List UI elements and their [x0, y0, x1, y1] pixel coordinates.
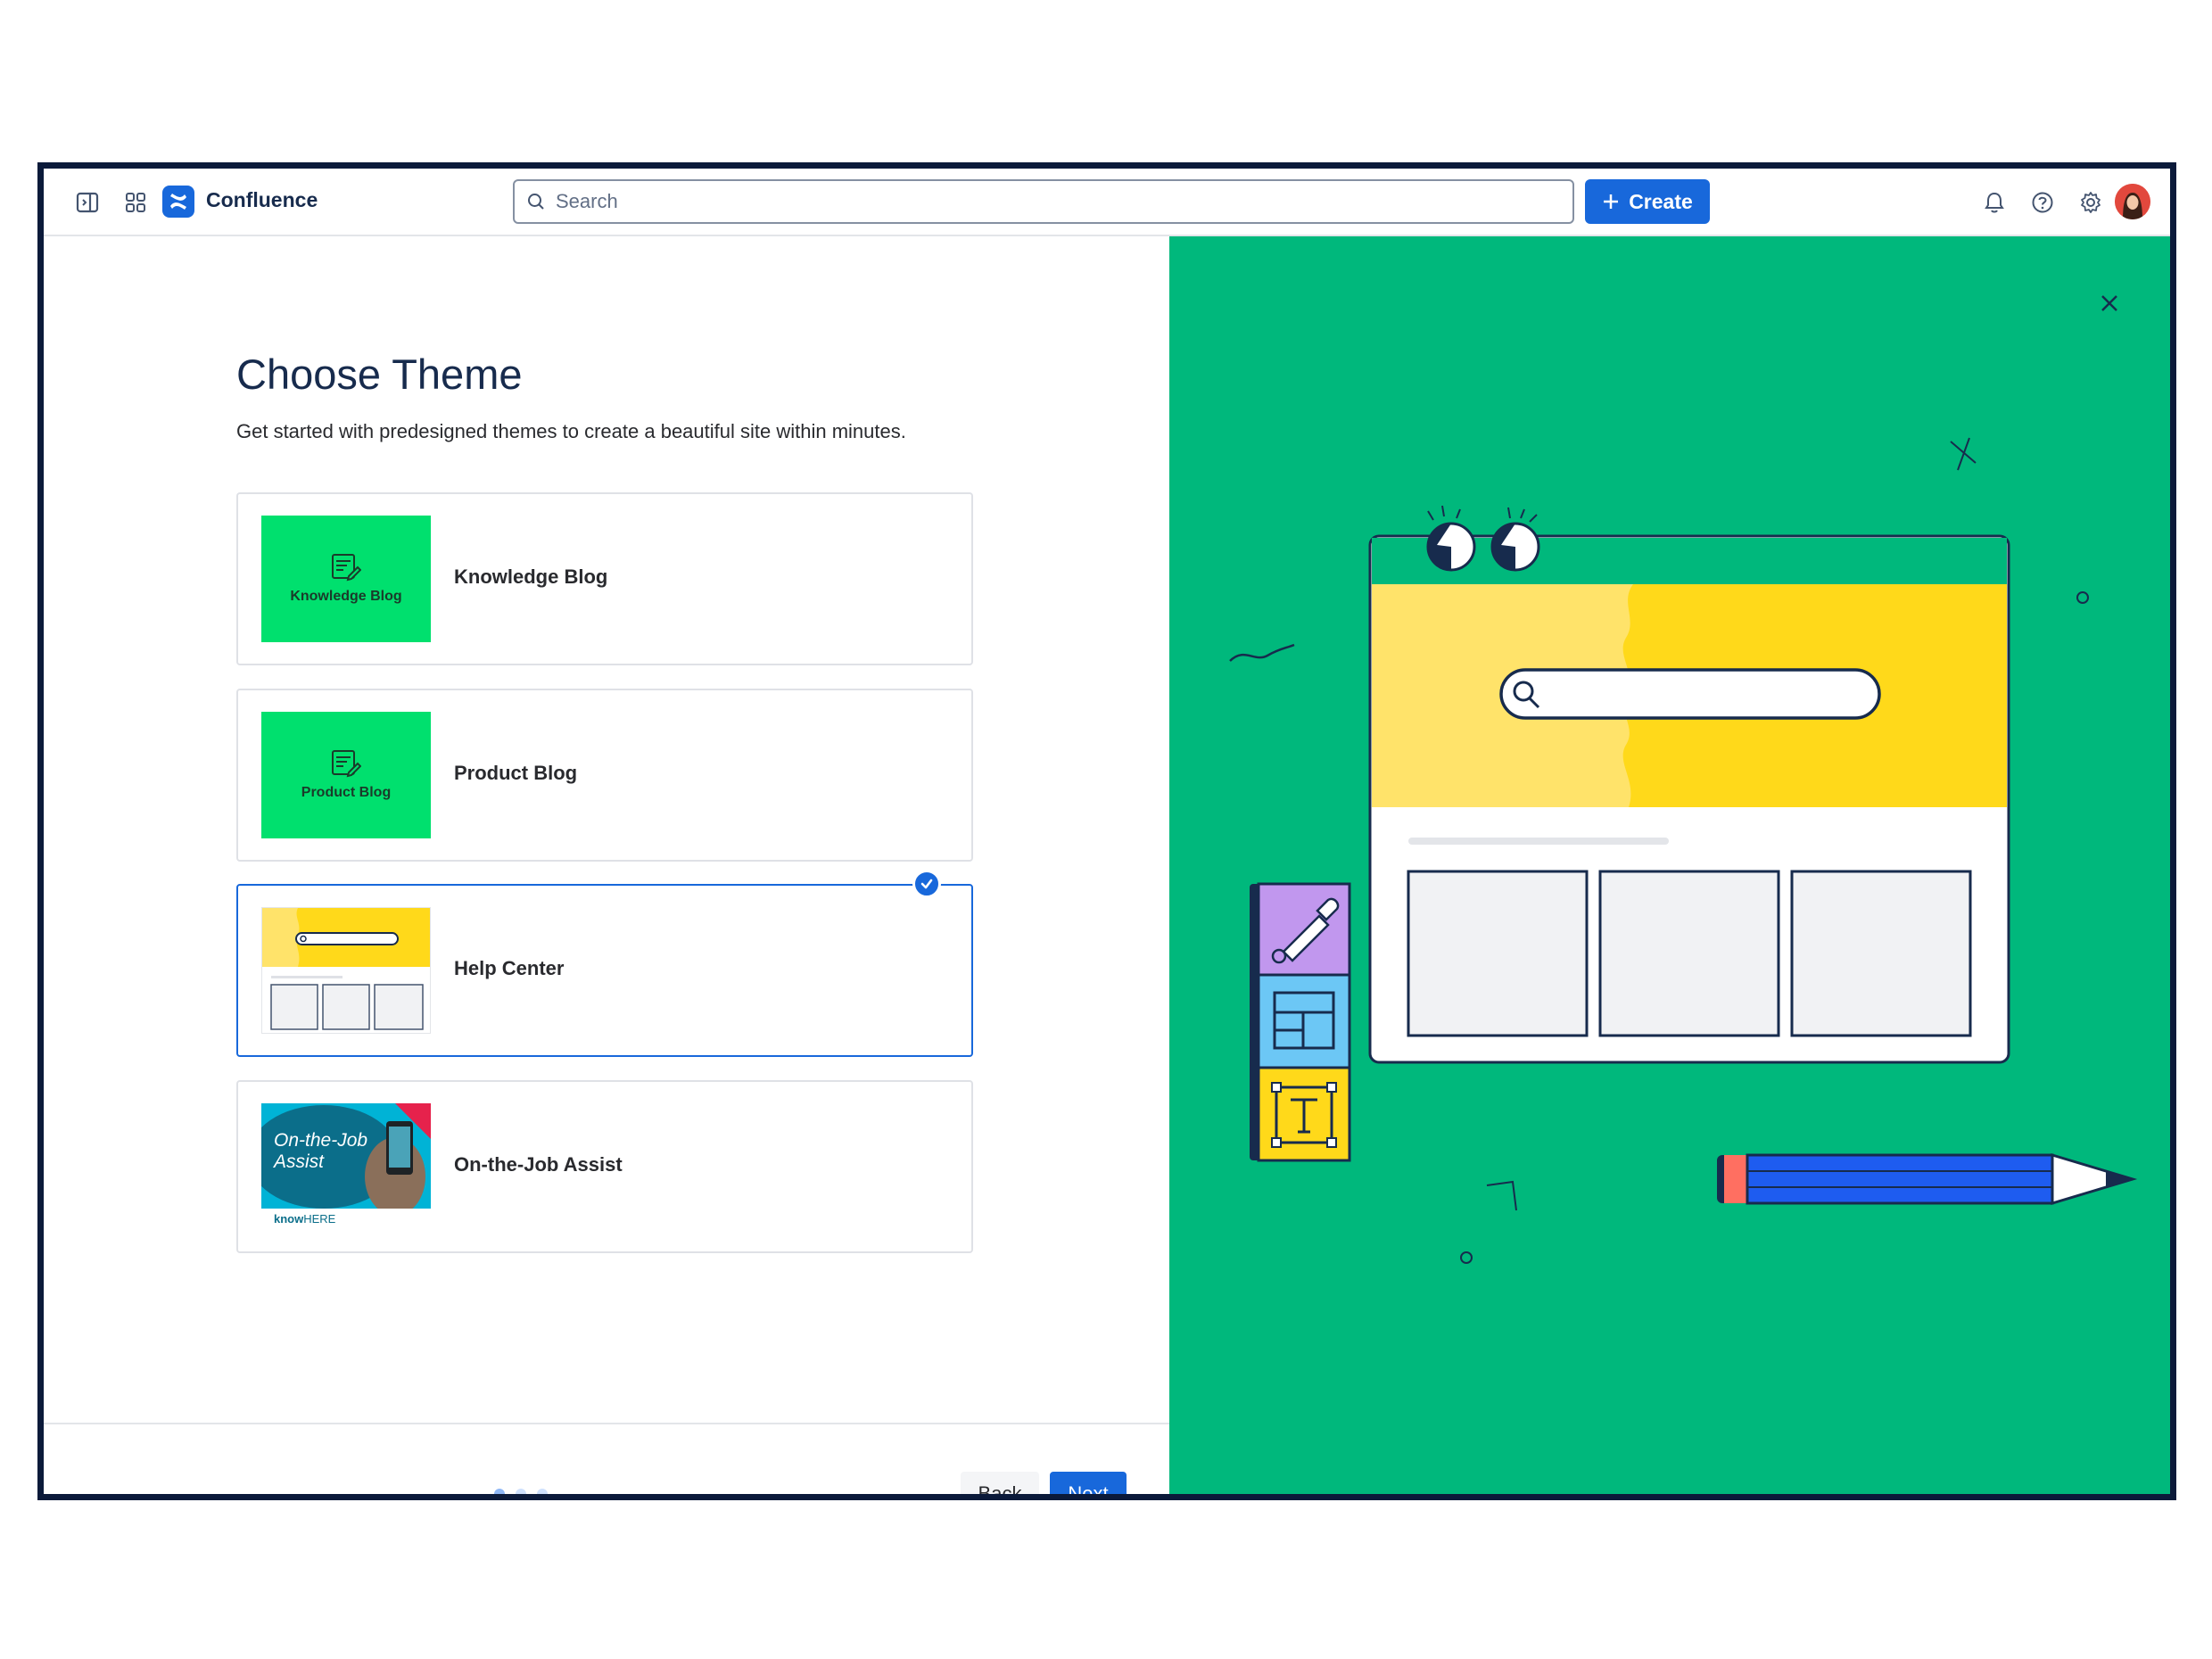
footer-divider [44, 1423, 1169, 1424]
on-the-job-assist-thumbnail: On-the-Job Assist knowHERE [261, 1103, 431, 1230]
sidebar-toggle-icon[interactable] [70, 186, 104, 219]
theme-card-label: Help Center [454, 957, 565, 979]
app-name[interactable]: Confluence [206, 188, 318, 212]
brand-strong: know [274, 1212, 304, 1226]
step-dot-2 [516, 1489, 526, 1494]
theme-card-label: On-the-Job Assist [454, 1153, 623, 1176]
settings-gear-icon[interactable] [2074, 186, 2108, 219]
theme-card-product-blog[interactable]: Product Blog Product Blog [236, 689, 973, 862]
create-button-label: Create [1629, 189, 1693, 213]
help-center-illustration [1229, 437, 2138, 1264]
search-field[interactable] [513, 179, 1574, 224]
knowledge-blog-thumbnail: Knowledge Blog [261, 516, 431, 642]
theme-card-help-center[interactable]: Help Center [236, 870, 973, 1057]
top-navigation-bar: Confluence Create [44, 169, 2170, 236]
search-icon [528, 194, 544, 210]
brand-rest: HERE [303, 1212, 336, 1226]
confluence-logo-icon[interactable] [162, 186, 194, 218]
theme-selection-panel: Choose Theme Get started with predesigne… [44, 236, 1169, 1494]
help-icon[interactable] [2026, 186, 2059, 219]
thumbnail-label: Knowledge Blog [290, 589, 402, 604]
notifications-bell-icon[interactable] [1977, 186, 2011, 219]
thumbnail-brand: knowHERE [274, 1212, 335, 1226]
create-button[interactable]: Create [1585, 179, 1710, 224]
page-edit-icon [332, 750, 361, 778]
page-subtitle: Get started with predesigned themes to c… [236, 420, 906, 442]
back-button[interactable]: Back [961, 1472, 1039, 1494]
product-blog-thumbnail: Product Blog [261, 712, 431, 838]
help-center-thumbnail [261, 907, 431, 1034]
next-button[interactable]: Next [1050, 1472, 1127, 1494]
search-input[interactable] [556, 190, 1537, 213]
theme-card-knowledge-blog[interactable]: Knowledge Blog Knowledge Blog [236, 492, 973, 665]
theme-card-on-the-job-assist[interactable]: On-the-Job Assist knowHERE On-the-Job As… [236, 1080, 973, 1253]
step-indicator [494, 1489, 548, 1494]
theme-card-label: Knowledge Blog [454, 565, 608, 588]
thumbnail-title: On-the-Job Assist [274, 1130, 368, 1172]
theme-card-label: Product Blog [454, 762, 578, 784]
app-switcher-icon[interactable] [119, 186, 153, 219]
app-window: Confluence Create Choose Theme Get start… [37, 162, 2176, 1500]
plus-icon [1604, 194, 1619, 209]
step-dot-1 [494, 1489, 505, 1494]
selected-checkmark-icon [912, 870, 941, 898]
step-dot-3 [537, 1489, 548, 1494]
page-title: Choose Theme [236, 351, 523, 398]
thumbnail-label: Product Blog [301, 785, 392, 800]
illustration-panel [1169, 236, 2170, 1494]
page-edit-icon [332, 554, 361, 582]
user-avatar[interactable] [2115, 184, 2150, 219]
